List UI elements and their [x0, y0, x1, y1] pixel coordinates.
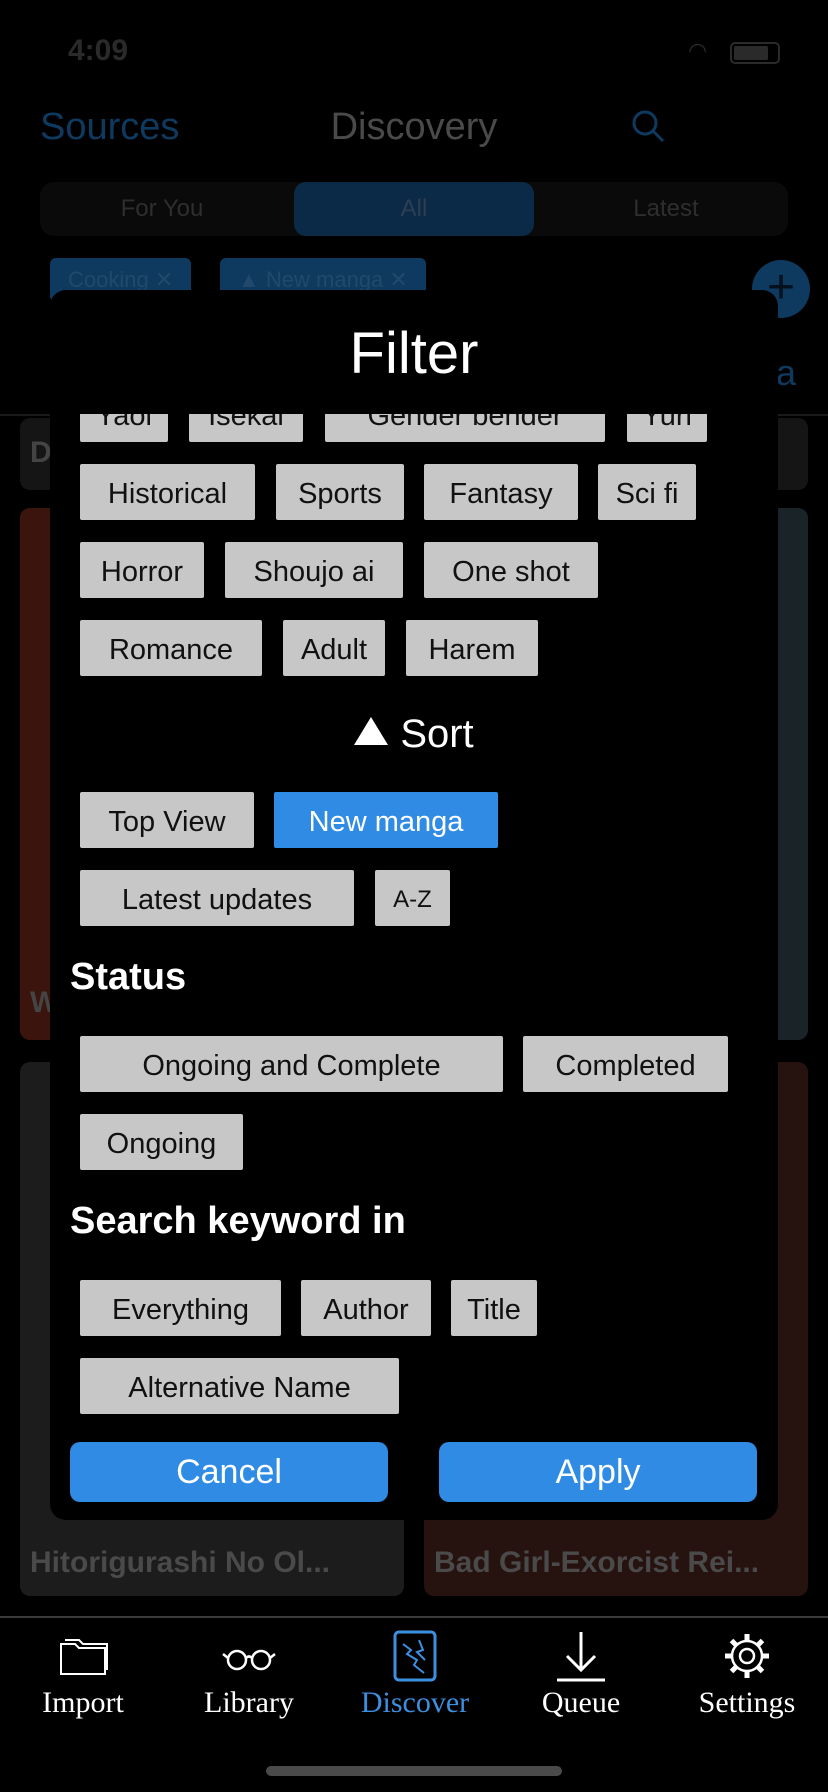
status-option-ongoing-and-complete[interactable]: Ongoing and Complete [80, 1036, 503, 1092]
keyword-option-alternative-name[interactable]: Alternative Name [80, 1358, 399, 1414]
tab-label: Discover [360, 1686, 470, 1719]
gear-icon [725, 1634, 769, 1678]
sort-option-latest-updates[interactable]: Latest updates [80, 870, 354, 926]
search-icon [632, 110, 665, 143]
genre-chip-isekai[interactable]: Isekai [189, 414, 303, 442]
segment-for-you: For You [120, 195, 204, 222]
genre-chip-sports[interactable]: Sports [276, 464, 404, 520]
segment-latest: Latest [633, 195, 699, 222]
genre-chip-one-shot[interactable]: One shot [424, 542, 598, 598]
home-indicator[interactable] [266, 1766, 562, 1776]
sort-option-a-z[interactable]: A-Z [375, 870, 450, 926]
tab-label: Library [204, 1686, 294, 1719]
tab-import[interactable]: Import [0, 1618, 166, 1724]
genre-chip-adult[interactable]: Adult [283, 620, 385, 676]
battery-icon [730, 42, 780, 64]
keyword-option-everything[interactable]: Everything [80, 1280, 281, 1336]
card-title: Bad Girl-Exorcist Rei... [434, 1546, 760, 1579]
status-time: 4:09 [68, 34, 129, 67]
apply-button[interactable]: Apply [439, 1442, 757, 1502]
segment-all: All [294, 182, 534, 236]
sort-header[interactable]: Sort [50, 712, 778, 757]
sort-label: Sort [400, 712, 474, 756]
filter-scroll[interactable]: Yaoi Isekai Gender bender Yuri Historica… [50, 414, 778, 1444]
tab-queue[interactable]: Queue [498, 1618, 664, 1724]
tab-bar: Import Library Discover Queue Settings [0, 1616, 828, 1724]
tab-label: Settings [698, 1686, 796, 1719]
tab-settings[interactable]: Settings [664, 1618, 828, 1724]
folder-icon [60, 1639, 108, 1675]
keyword-option-title[interactable]: Title [451, 1280, 537, 1336]
sort-triangle-icon [354, 717, 389, 745]
filter-modal: Filter Yaoi Isekai Gender bender Yuri Hi… [50, 290, 778, 1520]
genre-chip-fantasy[interactable]: Fantasy [424, 464, 578, 520]
status-icons: ◠ [688, 38, 788, 64]
genre-chip-yaoi[interactable]: Yaoi [80, 414, 168, 442]
cancel-button[interactable]: Cancel [70, 1442, 388, 1502]
tab-discover[interactable]: Discover [332, 1618, 498, 1724]
segmented-control: For You All Latest [40, 182, 788, 236]
keyword-heading: Search keyword in [70, 1200, 406, 1242]
sort-option-new-manga[interactable]: New manga [274, 792, 498, 848]
glasses-icon [222, 1649, 276, 1671]
sort-option-top-view[interactable]: Top View [80, 792, 254, 848]
genre-chip-romance[interactable]: Romance [80, 620, 262, 676]
genre-chip-gender-bender[interactable]: Gender bender [325, 414, 605, 442]
genre-chip-harem[interactable]: Harem [406, 620, 538, 676]
wifi-icon: ◠ [688, 38, 708, 63]
status-option-completed[interactable]: Completed [523, 1036, 728, 1092]
status-heading: Status [70, 956, 187, 998]
card-title: D [30, 436, 52, 469]
card-title: Hitorigurashi No Ol... [30, 1546, 331, 1579]
discover-icon [393, 1630, 437, 1682]
tab-library[interactable]: Library [166, 1618, 332, 1724]
keyword-option-author[interactable]: Author [301, 1280, 431, 1336]
page-title: Discovery [330, 106, 498, 148]
genre-chip-shoujo-ai[interactable]: Shoujo ai [225, 542, 403, 598]
genre-chip-horror[interactable]: Horror [80, 542, 204, 598]
tab-label: Queue [541, 1686, 621, 1719]
download-icon [557, 1632, 605, 1682]
modal-title: Filter [349, 321, 479, 386]
genre-chip-sci-fi[interactable]: Sci fi [598, 464, 696, 520]
genre-chip-yuri[interactable]: Yuri [627, 414, 707, 442]
tab-label: Import [42, 1686, 124, 1719]
status-option-ongoing[interactable]: Ongoing [80, 1114, 243, 1170]
genre-chip-historical[interactable]: Historical [80, 464, 255, 520]
